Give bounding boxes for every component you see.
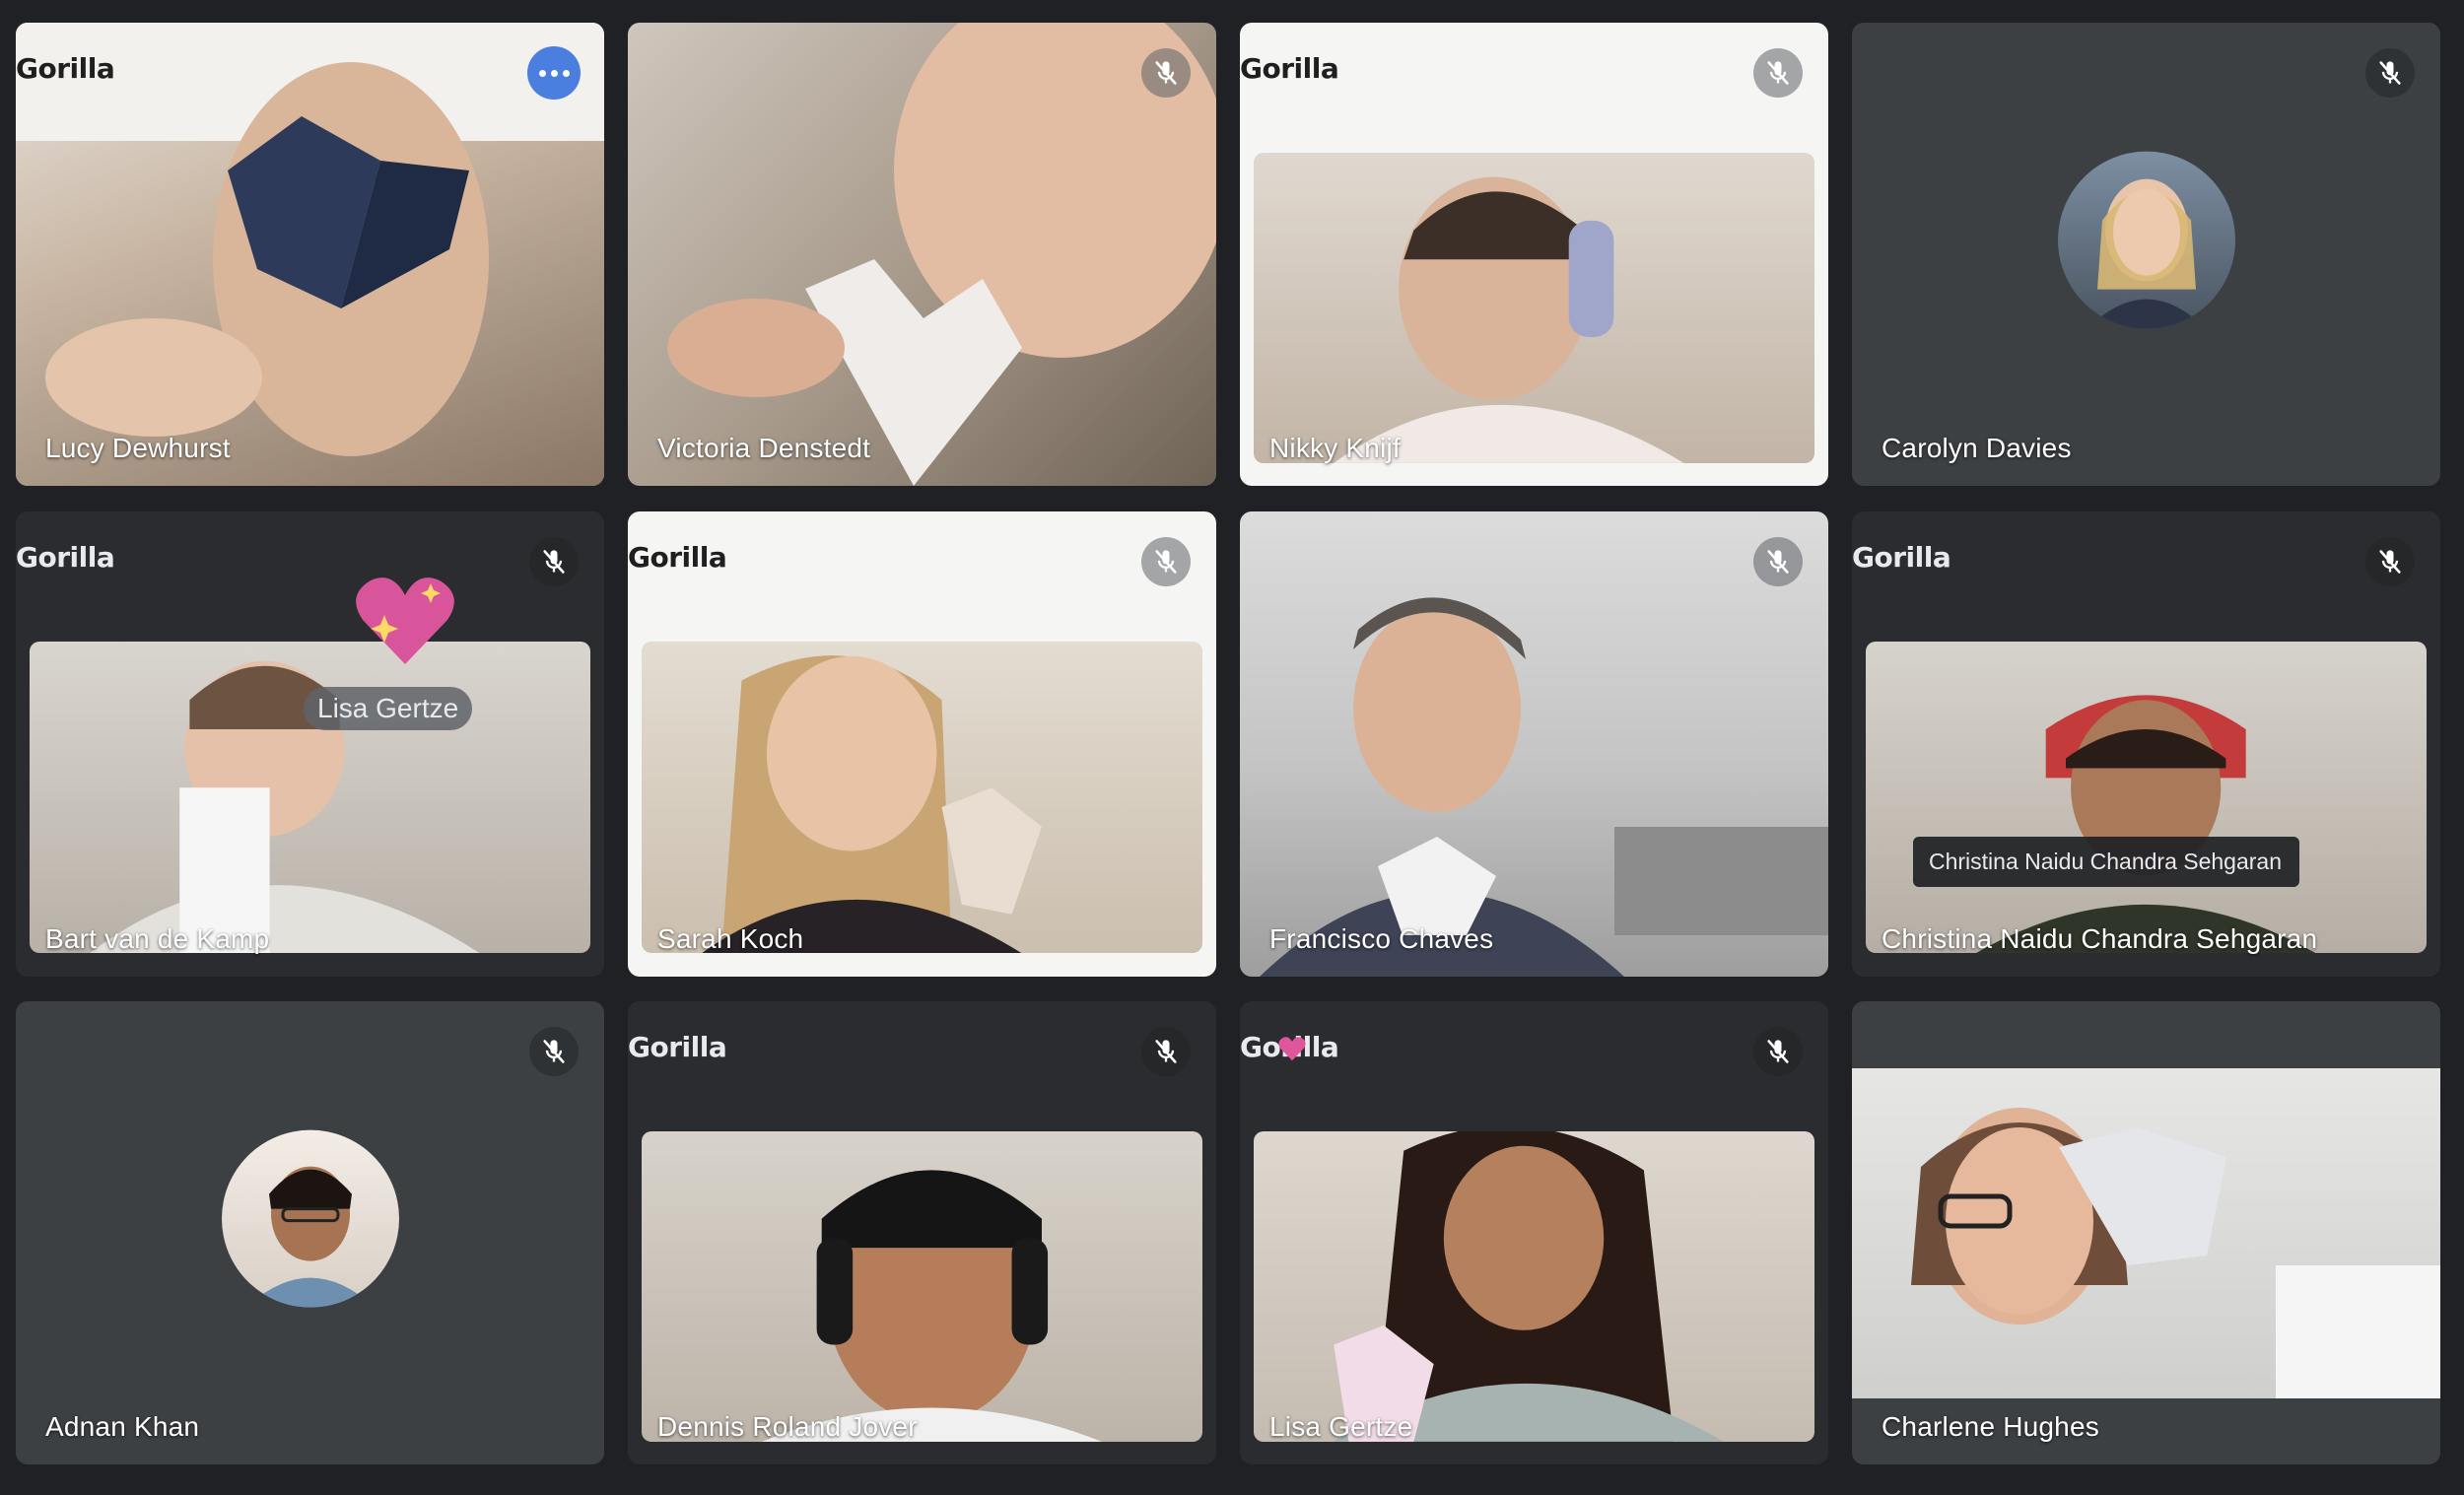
mic-off-icon (1152, 548, 1180, 576)
participant-tile[interactable]: Gorilla Nikky Knijf (1240, 23, 1828, 486)
brand-label: Gorilla (628, 1031, 727, 1063)
more-options-icon (538, 69, 546, 77)
brand-label: Gorilla (1240, 52, 1339, 85)
video-feed (30, 642, 590, 954)
mic-off-indicator (1753, 1027, 1803, 1076)
participant-name: Bart van de Kamp (45, 923, 270, 954)
video-feed (642, 642, 1202, 954)
mic-off-indicator (2365, 48, 2415, 98)
mic-off-icon (1764, 548, 1792, 576)
participant-tile[interactable]: Gorilla Christina Naidu Chandra Sehgaran… (1852, 511, 2440, 977)
mic-off-indicator (1753, 537, 1803, 586)
video-feed (1240, 511, 1828, 977)
participant-tile[interactable]: Gorilla Sarah Koch (628, 511, 1216, 977)
participant-name: Charlene Hughes (1882, 1411, 2099, 1442)
mic-off-indicator (1141, 537, 1191, 586)
participant-name: Sarah Koch (657, 923, 804, 954)
mic-off-indicator (1141, 48, 1191, 98)
participant-tile[interactable]: Gorilla Dennis Roland Jover (628, 1001, 1216, 1464)
brand-label: Gorilla (1852, 541, 1951, 574)
participant-tile[interactable]: Victoria Denstedt (628, 23, 1216, 486)
participant-tile[interactable]: Charlene Hughes (1852, 1001, 2440, 1464)
participant-name: Christina Naidu Chandra Sehgaran (1882, 923, 2318, 954)
mic-off-icon (1764, 1038, 1792, 1065)
mic-off-indicator (529, 1027, 579, 1076)
video-feed (1866, 642, 2427, 954)
participant-name: Victoria Denstedt (657, 433, 871, 463)
brand-label: Gorilla (628, 541, 727, 574)
participant-name: Nikky Knijf (1269, 433, 1401, 463)
video-feed (1254, 1130, 1814, 1442)
video-feed (628, 23, 1216, 486)
video-feed (16, 23, 604, 486)
mic-off-indicator (529, 537, 579, 586)
participant-tile[interactable]: Adnan Khan (16, 1001, 604, 1464)
mic-off-icon (540, 1038, 568, 1065)
video-feed (1254, 152, 1814, 463)
participant-tile[interactable]: Francisco Chaves (1240, 511, 1828, 977)
mic-off-icon (1152, 59, 1180, 87)
mic-off-indicator (1753, 48, 1803, 98)
mic-off-indicator (2365, 537, 2415, 586)
participant-name: Lisa Gertze (1269, 1411, 1413, 1442)
participant-name: Adnan Khan (45, 1411, 200, 1442)
mic-off-icon (1764, 59, 1792, 87)
participant-name: Lucy Dewhurst (45, 433, 231, 463)
participant-name: Dennis Roland Jover (657, 1411, 918, 1442)
participant-tile[interactable]: Gorilla Lucy Dewhurst (16, 23, 604, 486)
participant-tile[interactable]: Gorilla Lisa Gertze (1240, 1001, 1828, 1464)
reaction-sender-chip: Lisa Gertze (304, 687, 473, 730)
participant-name: Carolyn Davies (1882, 433, 2072, 463)
name-tooltip: Christina Naidu Chandra Sehgaran (1913, 837, 2299, 887)
sparkling-heart-icon (1277, 1035, 1307, 1062)
more-options-button[interactable] (527, 46, 581, 100)
video-feed (1852, 1068, 2440, 1398)
mic-off-icon (2376, 548, 2404, 576)
mic-off-icon (2376, 59, 2404, 87)
brand-label: Gorilla (16, 52, 115, 85)
participant-name: Francisco Chaves (1269, 923, 1494, 954)
participant-tile[interactable]: Carolyn Davies (1852, 23, 2440, 486)
participant-tile[interactable]: Gorilla Lisa Gertze Bart van de Kamp (16, 511, 604, 977)
mic-off-icon (1152, 1038, 1180, 1065)
brand-label: Gorilla (16, 541, 115, 574)
avatar (221, 1129, 399, 1308)
avatar (2057, 151, 2235, 329)
mic-off-indicator (1141, 1027, 1191, 1076)
video-feed (642, 1130, 1202, 1442)
mic-off-icon (540, 548, 568, 576)
sparkling-heart-icon (351, 571, 459, 674)
